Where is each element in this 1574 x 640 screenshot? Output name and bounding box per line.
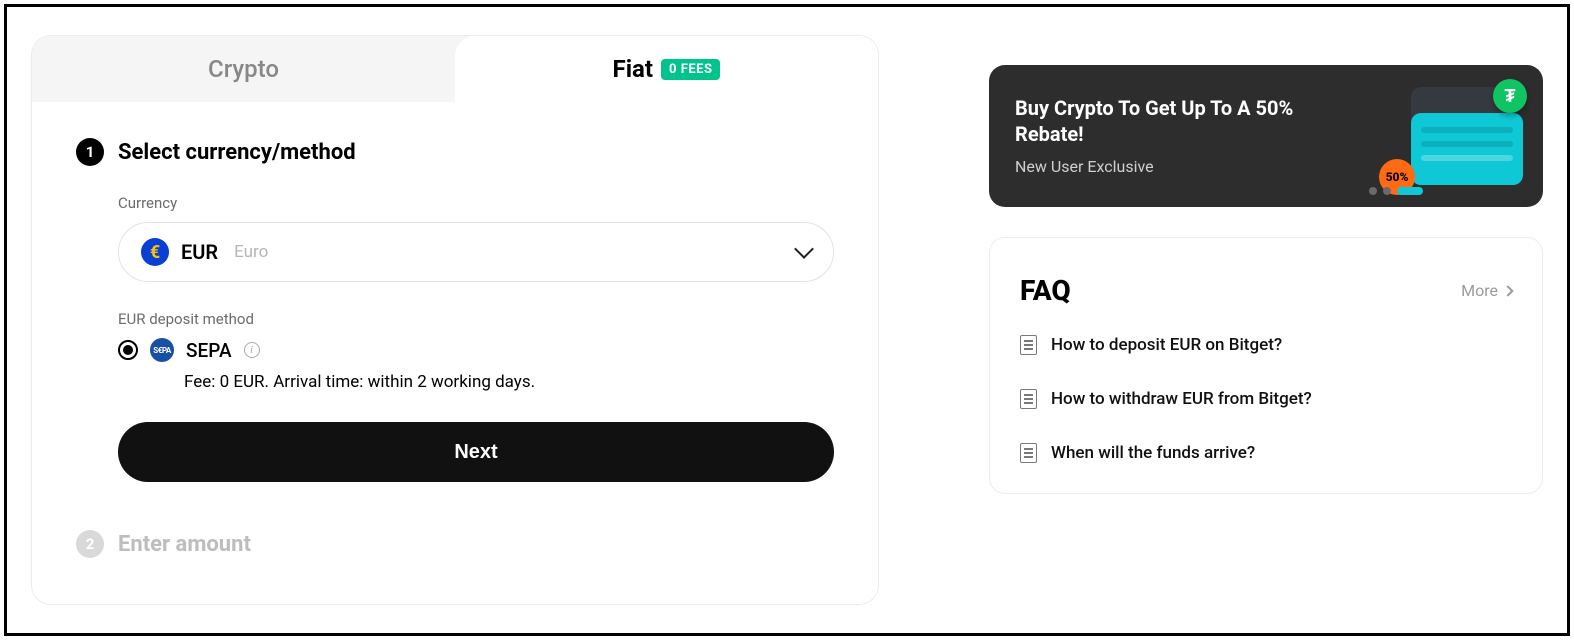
faq-question: When will the funds arrive? [1051,443,1255,463]
faq-question: How to withdraw EUR from Bitget? [1051,389,1312,409]
document-icon [1020,389,1037,409]
method-sepa-option[interactable]: S€PA SEPA i [118,338,834,362]
page-frame: Crypto Fiat 0 FEES 1 Select currency/met… [4,4,1570,636]
tab-crypto[interactable]: Crypto [32,36,455,102]
currency-name: Euro [234,242,268,262]
method-label: EUR deposit method [118,310,834,328]
promo-title: Buy Crypto To Get Up To A 50% Rebate! [1015,95,1305,147]
faq-more-label: More [1461,281,1498,300]
sepa-icon: S€PA [150,338,174,362]
zero-fees-badge: 0 FEES [661,59,720,80]
promo-illustration: ₮ 50% [1379,79,1529,199]
method-field: EUR deposit method S€PA SEPA i Fee: 0 EU… [118,310,834,482]
faq-more-link[interactable]: More [1461,281,1512,300]
faq-item-2[interactable]: When will the funds arrive? [1020,443,1512,463]
carousel-dots[interactable] [1369,187,1423,195]
step-2-header: 2 Enter amount [76,530,834,558]
eur-icon: € [141,238,169,266]
method-subtext: Fee: 0 EUR. Arrival time: within 2 worki… [184,372,834,392]
tab-fiat-label: Fiat [613,55,654,83]
currency-field: Currency € EUR Euro [118,194,834,282]
info-icon[interactable]: i [244,342,260,358]
tabs: Crypto Fiat 0 FEES [32,36,878,102]
faq-item-1[interactable]: How to withdraw EUR from Bitget? [1020,389,1512,409]
right-column: Buy Crypto To Get Up To A 50% Rebate! Ne… [989,35,1543,605]
step-1-bullet: 1 [76,138,104,166]
faq-title: FAQ [1020,274,1461,307]
faq-item-0[interactable]: How to deposit EUR on Bitget? [1020,335,1512,355]
document-icon [1020,443,1037,463]
promo-banner[interactable]: Buy Crypto To Get Up To A 50% Rebate! Ne… [989,65,1543,207]
faq-question: How to deposit EUR on Bitget? [1051,335,1282,355]
next-button[interactable]: Next [118,422,834,482]
deposit-card: Crypto Fiat 0 FEES 1 Select currency/met… [31,35,879,605]
step-1-title: Select currency/method [118,140,356,165]
step-2-title: Enter amount [118,532,251,557]
currency-label: Currency [118,194,834,212]
dot-3-active[interactable] [1397,187,1423,195]
method-name: SEPA [186,339,232,362]
step-1-header: 1 Select currency/method [76,138,834,166]
dot-2[interactable] [1383,187,1391,195]
faq-card: FAQ More How to deposit EUR on Bitget? H… [989,237,1543,494]
faq-list: How to deposit EUR on Bitget? How to wit… [1020,335,1512,463]
chevron-down-icon [794,239,814,259]
faq-header: FAQ More [1020,274,1512,307]
tab-crypto-label: Crypto [208,55,279,83]
currency-select[interactable]: € EUR Euro [118,222,834,282]
tether-coin-icon: ₮ [1493,79,1527,113]
card-front-icon [1411,113,1523,185]
dot-1[interactable] [1369,187,1377,195]
step-2-bullet: 2 [76,530,104,558]
next-button-label: Next [454,441,497,463]
tab-fiat[interactable]: Fiat 0 FEES [455,36,878,102]
chevron-right-icon [1502,285,1513,296]
card-body: 1 Select currency/method Currency € EUR … [32,102,878,588]
document-icon [1020,335,1037,355]
radio-selected-icon [118,340,138,360]
currency-code: EUR [181,240,218,264]
